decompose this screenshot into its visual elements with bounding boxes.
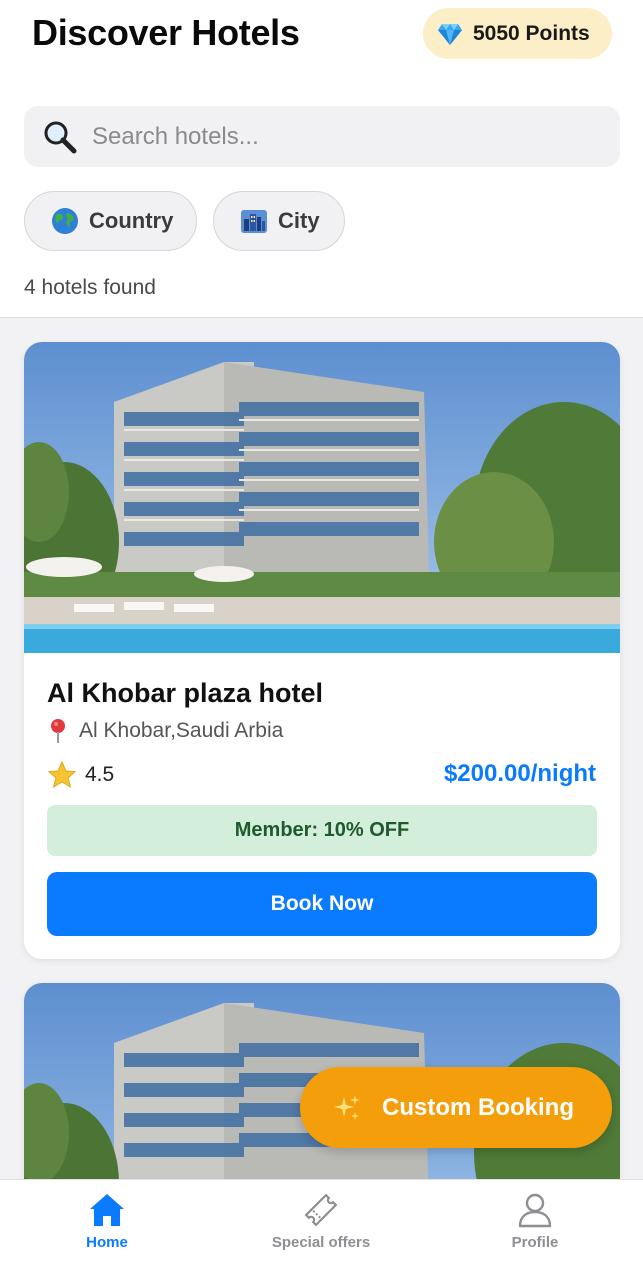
tab-home-label: Home: [86, 1234, 128, 1251]
ticket-icon: [304, 1193, 338, 1227]
user-icon: [518, 1193, 552, 1228]
hotel-rating: 4.5: [47, 760, 114, 790]
filter-city-label: City: [278, 208, 320, 233]
points-label: 5050 Points: [473, 21, 590, 45]
search-input[interactable]: [92, 122, 572, 151]
points-badge[interactable]: 5050 Points: [423, 8, 612, 59]
filter-city-chip[interactable]: City: [213, 191, 345, 251]
hotel-name: Al Khobar plaza hotel: [47, 678, 324, 708]
globe-icon: [52, 208, 78, 234]
magnifier-icon: [44, 121, 77, 153]
hotel-price: $200.00/night: [443, 760, 596, 787]
tab-profile-label: Profile: [511, 1234, 559, 1251]
tab-special-offers-label: Special offers: [271, 1234, 371, 1251]
page-title: Discover Hotels: [32, 12, 300, 53]
tab-home[interactable]: Home: [27, 1190, 187, 1251]
results-count: 4 hotels found: [24, 276, 156, 299]
star-icon: [47, 760, 77, 789]
hotel-rating-value: 4.5: [85, 763, 115, 786]
filter-country-chip[interactable]: Country: [24, 191, 197, 251]
header-area: Discover Hotels 5050 Points Country: [0, 0, 643, 318]
member-discount-badge: Member: 10% OFF: [47, 805, 597, 856]
hotel-photo: [24, 342, 620, 653]
hotel-card[interactable]: Al Khobar plaza hotel Al Khobar,Saudi Ar…: [24, 342, 620, 959]
gem-icon: [438, 23, 462, 45]
search-bar[interactable]: [24, 106, 620, 167]
hotel-location: Al Khobar,Saudi Arbia: [47, 718, 283, 744]
bottom-tab-bar: Home Special offers Profile: [0, 1179, 643, 1280]
custom-booking-button[interactable]: Custom Booking: [300, 1067, 612, 1148]
tab-profile[interactable]: Profile: [455, 1190, 615, 1251]
tab-special-offers[interactable]: Special offers: [241, 1190, 401, 1251]
pin-icon: [51, 719, 65, 743]
book-now-button[interactable]: Book Now: [47, 872, 597, 936]
cityscape-icon: [241, 210, 267, 233]
sparkles-icon: [334, 1094, 360, 1120]
filter-country-label: Country: [89, 208, 174, 233]
hotel-location-text: Al Khobar,Saudi Arbia: [79, 719, 284, 742]
custom-booking-label: Custom Booking: [382, 1093, 574, 1121]
home-icon: [90, 1194, 124, 1226]
